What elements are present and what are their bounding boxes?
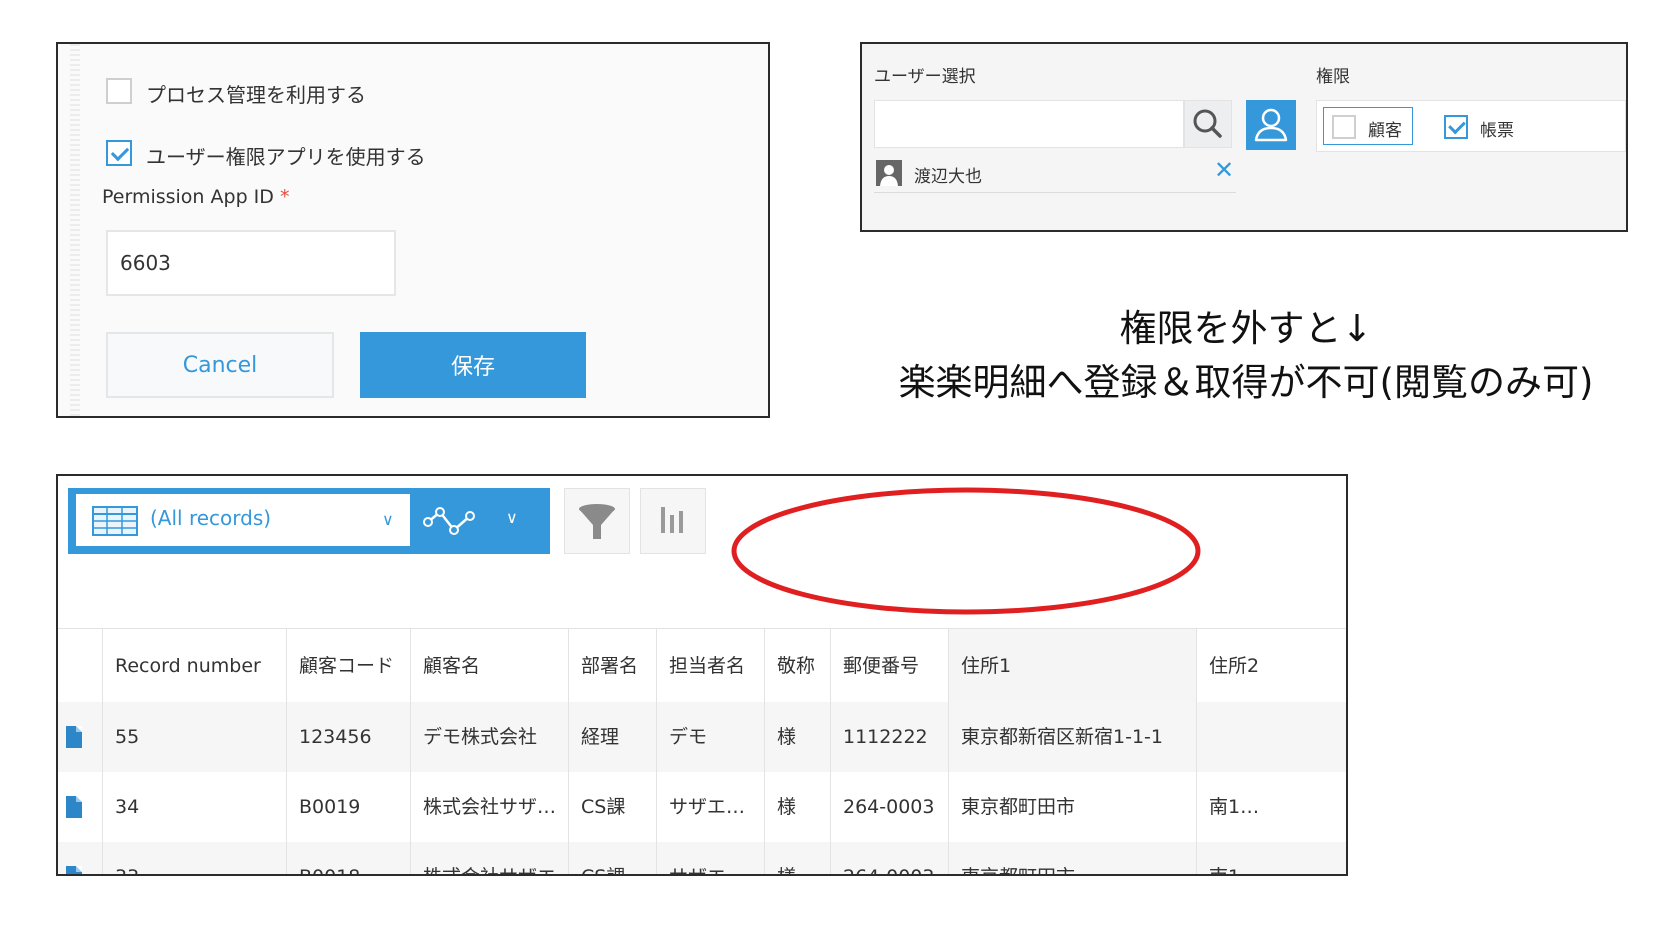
col-header-address1[interactable]: 住所1 — [948, 629, 1196, 703]
record-detail-icon[interactable] — [66, 866, 82, 874]
cell-honorific: 様 — [764, 772, 830, 842]
graph-selector[interactable]: ∨ — [414, 494, 544, 546]
permission-list: 顧客 帳票 — [1316, 100, 1626, 152]
graph-icon — [423, 507, 475, 535]
annotation-caption: 権限を外すと↓ 楽楽明細へ登録＆取得が不可(閲覧のみ可) — [820, 302, 1672, 410]
highlight-ellipse — [731, 487, 1201, 615]
cell-department: 経理 — [568, 702, 656, 772]
permission-item-customer[interactable]: 顧客 — [1323, 107, 1413, 145]
cell-contact-name: サザエ… — [656, 772, 764, 842]
cell-address2: 南1… — [1196, 772, 1346, 842]
table-row[interactable]: 55 123456 デモ株式会社 経理 デモ 様 1112222 東京都新宿区新… — [58, 702, 1346, 772]
table-row[interactable]: 34 B0019 株式会社サザ… CS課 サザエ… 様 264-0003 東京都… — [58, 772, 1346, 842]
permission-checkbox-customer[interactable] — [1332, 115, 1356, 139]
cell-postal-code: 1112222 — [830, 702, 948, 772]
filter-icon — [579, 504, 615, 539]
cell-customer-name: 株式会社サザ… — [410, 772, 568, 842]
cancel-button[interactable]: Cancel — [106, 332, 334, 398]
cell-record-number: 33 — [102, 842, 286, 874]
graph-button[interactable] — [640, 488, 706, 554]
avatar — [876, 160, 902, 186]
settings-panel: プロセス管理を利用する ユーザー権限アプリを使用する Permission Ap… — [56, 42, 770, 418]
process-management-label: プロセス管理を利用する — [146, 83, 366, 107]
user-permission-label: ユーザー権限アプリを使用する — [146, 145, 426, 169]
cell-customer-code: 123456 — [286, 702, 410, 772]
bar-chart-icon — [661, 507, 683, 533]
permission-checkbox-invoice[interactable] — [1444, 115, 1468, 139]
user-permission-panel: ユーザー選択 権限 顧客 帳票 渡辺大也 ✕ — [860, 42, 1628, 232]
cell-customer-name: 株式会社サザエ — [410, 842, 568, 874]
table-row[interactable]: 33 B0018 株式会社サザエ CS課 サザエ 様 264-0003 東京都町… — [58, 842, 1346, 874]
permission-header: 権限 — [1316, 67, 1350, 87]
cell-address1: 東京都町田市 — [948, 842, 1196, 874]
cell-postal-code: 264-0003 — [830, 772, 948, 842]
record-detail-icon[interactable] — [66, 726, 82, 748]
cell-customer-name: デモ株式会社 — [410, 702, 568, 772]
view-toolbar: (All records) ∨ ∨ — [68, 488, 550, 554]
user-select-header: ユーザー選択 — [874, 67, 976, 87]
col-header-honorific[interactable]: 敬称 — [764, 629, 830, 703]
panel-edge-stripe — [70, 44, 80, 416]
cell-address1: 東京都町田市 — [948, 772, 1196, 842]
view-name: (All records) — [150, 506, 272, 530]
cell-customer-code: B0018 — [286, 842, 410, 874]
cell-address2 — [1196, 702, 1346, 772]
remove-user-close-icon[interactable]: ✕ — [1214, 156, 1234, 184]
graph-chevron-down-icon: ∨ — [506, 508, 518, 527]
cell-department: CS課 — [568, 772, 656, 842]
permission-label-invoice: 帳票 — [1480, 121, 1514, 141]
col-header-address2[interactable]: 住所2 — [1196, 629, 1346, 703]
app-id-label: Permission App ID * — [102, 186, 290, 208]
filter-button[interactable] — [564, 488, 630, 554]
cell-honorific: 様 — [764, 702, 830, 772]
cell-record-number: 55 — [102, 702, 286, 772]
user-permission-checkbox[interactable] — [106, 140, 132, 166]
cell-postal-code: 264-0003 — [830, 842, 948, 874]
user-picker-button[interactable] — [1246, 100, 1296, 150]
col-header-customer-code[interactable]: 顧客コード — [286, 629, 410, 703]
search-icon — [1193, 109, 1222, 138]
record-list-panel: (All records) ∨ ∨ Record number 顧客コード 顧客… — [56, 474, 1348, 876]
cell-address2: 南1 — [1196, 842, 1346, 874]
cell-record-number: 34 — [102, 772, 286, 842]
search-button[interactable] — [1184, 100, 1232, 148]
save-button[interactable]: 保存 — [360, 332, 586, 398]
cell-department: CS課 — [568, 842, 656, 874]
user-search-input[interactable] — [874, 100, 1184, 148]
cell-address1: 東京都新宿区新宿1-1-1 — [948, 702, 1196, 772]
permission-label-customer: 顧客 — [1368, 121, 1402, 141]
col-header-contact-name[interactable]: 担当者名 — [656, 629, 764, 703]
cell-contact-name: デモ — [656, 702, 764, 772]
view-selector[interactable]: (All records) ∨ — [76, 494, 410, 546]
col-header-record-number[interactable]: Record number — [102, 629, 286, 703]
chevron-down-icon: ∨ — [382, 510, 394, 529]
col-header-department[interactable]: 部署名 — [568, 629, 656, 703]
table-header: Record number 顧客コード 顧客名 部署名 担当者名 敬称 郵便番号… — [58, 628, 1346, 703]
required-mark: * — [279, 186, 290, 208]
selected-user-chip: 渡辺大也 ✕ — [874, 156, 1236, 193]
table-view-icon — [92, 506, 138, 536]
person-icon — [880, 165, 898, 186]
col-header-postal-code[interactable]: 郵便番号 — [830, 629, 948, 703]
process-management-checkbox[interactable] — [106, 78, 132, 104]
cell-honorific: 様 — [764, 842, 830, 874]
record-detail-icon[interactable] — [66, 796, 82, 818]
selected-user-name: 渡辺大也 — [914, 167, 982, 187]
app-id-input[interactable]: 6603 — [106, 230, 396, 296]
caption-line-2: 楽楽明細へ登録＆取得が不可(閲覧のみ可) — [898, 361, 1594, 404]
caption-line-1: 権限を外すと↓ — [1119, 307, 1373, 350]
cell-customer-code: B0019 — [286, 772, 410, 842]
user-icon — [1254, 108, 1288, 142]
col-header-customer-name[interactable]: 顧客名 — [410, 629, 568, 703]
permission-item-invoice[interactable]: 帳票 — [1435, 107, 1535, 145]
cell-contact-name: サザエ — [656, 842, 764, 874]
